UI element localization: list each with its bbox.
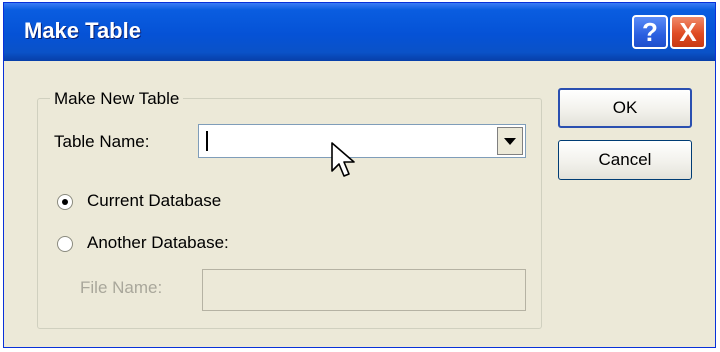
current-database-label[interactable]: Current Database bbox=[87, 191, 221, 211]
table-name-label: Table Name: bbox=[54, 132, 150, 151]
file-name-label: File Name: bbox=[80, 278, 163, 297]
dialog-body: Make New Table Table Name: Current Datab… bbox=[10, 61, 709, 341]
table-name-combobox[interactable] bbox=[198, 124, 526, 158]
dialog-title: Make Table bbox=[24, 18, 141, 43]
close-icon: X bbox=[679, 17, 697, 47]
file-name-field bbox=[202, 269, 526, 311]
ok-button[interactable]: OK bbox=[558, 88, 692, 128]
current-database-radio[interactable] bbox=[57, 194, 73, 210]
text-caret bbox=[206, 131, 208, 151]
mouse-pointer-icon bbox=[331, 142, 355, 177]
cancel-button[interactable]: Cancel bbox=[558, 140, 692, 180]
title-bar[interactable]: Make Table ? X bbox=[4, 3, 715, 61]
make-table-dialog: Make Table ? X Make New Table Table Name… bbox=[3, 2, 716, 348]
question-mark-icon: ? bbox=[642, 17, 658, 47]
group-label: Make New Table bbox=[50, 89, 184, 109]
close-button[interactable]: X bbox=[670, 15, 706, 49]
another-database-label[interactable]: Another Database: bbox=[87, 233, 229, 253]
help-button[interactable]: ? bbox=[632, 15, 668, 49]
chevron-down-icon[interactable] bbox=[497, 127, 523, 155]
another-database-radio[interactable] bbox=[57, 236, 73, 252]
